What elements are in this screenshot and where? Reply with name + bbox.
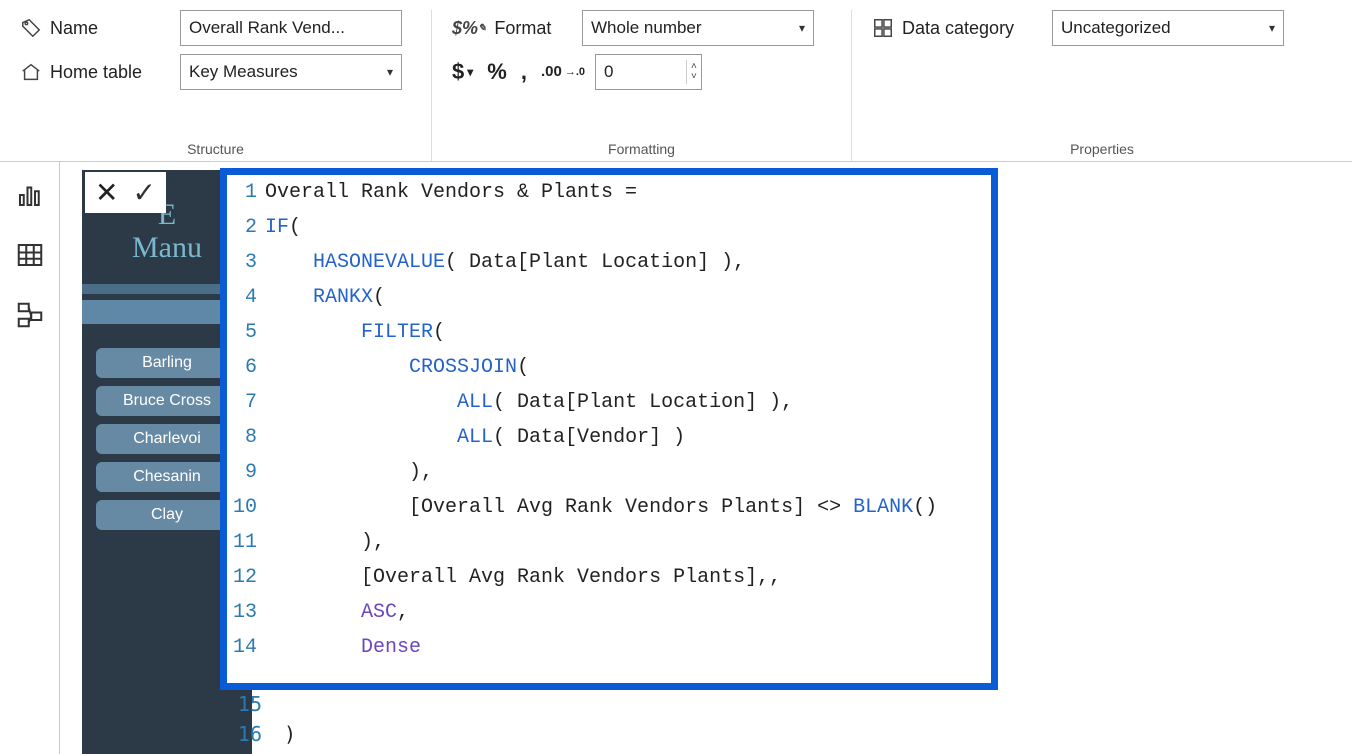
format-label-text: Format [494,18,551,39]
data-category-icon [872,17,894,39]
dax-editor[interactable]: 1234567891011121314 Overall Rank Vendors… [220,168,998,690]
commit-formula-button[interactable]: ✓ [132,176,155,209]
decimal-spinner-value: 0 [596,62,686,82]
percent-button[interactable]: % [487,59,507,85]
home-table-select[interactable]: Key Measures ▾ [180,54,402,90]
data-category-label: Data category [872,17,1042,39]
data-category-value: Uncategorized [1061,18,1171,38]
home-table-label-text: Home table [50,62,142,83]
group-label-structure: Structure [0,141,431,157]
data-category-label-text: Data category [902,18,1014,39]
editor-gutter: 1234567891011121314 [227,175,265,683]
decimal-button[interactable]: .00→.0 [541,66,585,78]
name-field-value: Overall Rank Vend... [189,18,345,38]
chevron-down-icon: ▾ [1269,21,1275,35]
group-label-properties: Properties [852,141,1352,157]
chevron-down-icon: ▾ [799,21,805,35]
editor-line-16: 16 ) [232,722,296,746]
spinner-buttons[interactable]: ˄˅ [686,60,701,84]
name-label-text: Name [50,18,98,39]
tag-icon [20,17,42,39]
data-view-icon[interactable] [15,240,45,270]
format-label: $%✎ Format [452,18,572,39]
home-table-value: Key Measures [189,62,298,82]
slicer-item[interactable]: Chesanin [96,462,238,492]
group-label-formatting: Formatting [432,141,851,157]
report-logo-line2: Manu [132,231,202,264]
slicer-item[interactable]: Clay [96,500,238,530]
editor-line-15: 15 [232,692,262,716]
ribbon: Name Overall Rank Vend... Home table Key… [0,0,1352,162]
model-view-icon[interactable] [15,300,45,330]
view-switcher [0,162,60,754]
slicer-item[interactable]: Barling [96,348,238,378]
formula-bar-controls: ✕ ✓ [85,172,166,213]
comma-button[interactable]: , [521,59,527,85]
currency-button[interactable]: $ ▾ [452,59,473,85]
editor-code[interactable]: Overall Rank Vendors & Plants = IF( HASO… [265,175,991,683]
slicer-item[interactable]: Bruce Cross [96,386,238,416]
chevron-down-icon[interactable]: ˅ [691,72,697,82]
format-select[interactable]: Whole number ▾ [582,10,814,46]
cancel-formula-button[interactable]: ✕ [95,176,118,209]
name-label: Name [20,17,170,39]
format-value: Whole number [591,18,702,38]
decimal-spinner[interactable]: 0 ˄˅ [595,54,702,90]
home-table-label: Home table [20,61,170,83]
data-category-select[interactable]: Uncategorized ▾ [1052,10,1284,46]
slicer-item[interactable]: Charlevoi [96,424,238,454]
report-view-icon[interactable] [15,180,45,210]
home-icon [20,61,42,83]
format-icon: $%✎ [452,18,486,39]
ribbon-group-structure: Name Overall Rank Vend... Home table Key… [0,10,432,161]
number-format-buttons: $ ▾ % , .00→.0 [452,59,585,85]
ribbon-group-formatting: $%✎ Format Whole number ▾ $ ▾ % , .00→.0… [432,10,852,161]
chevron-down-icon: ▾ [387,65,393,79]
name-field[interactable]: Overall Rank Vend... [180,10,402,46]
ribbon-group-properties: Data category Uncategorized ▾ Properties [852,10,1352,161]
